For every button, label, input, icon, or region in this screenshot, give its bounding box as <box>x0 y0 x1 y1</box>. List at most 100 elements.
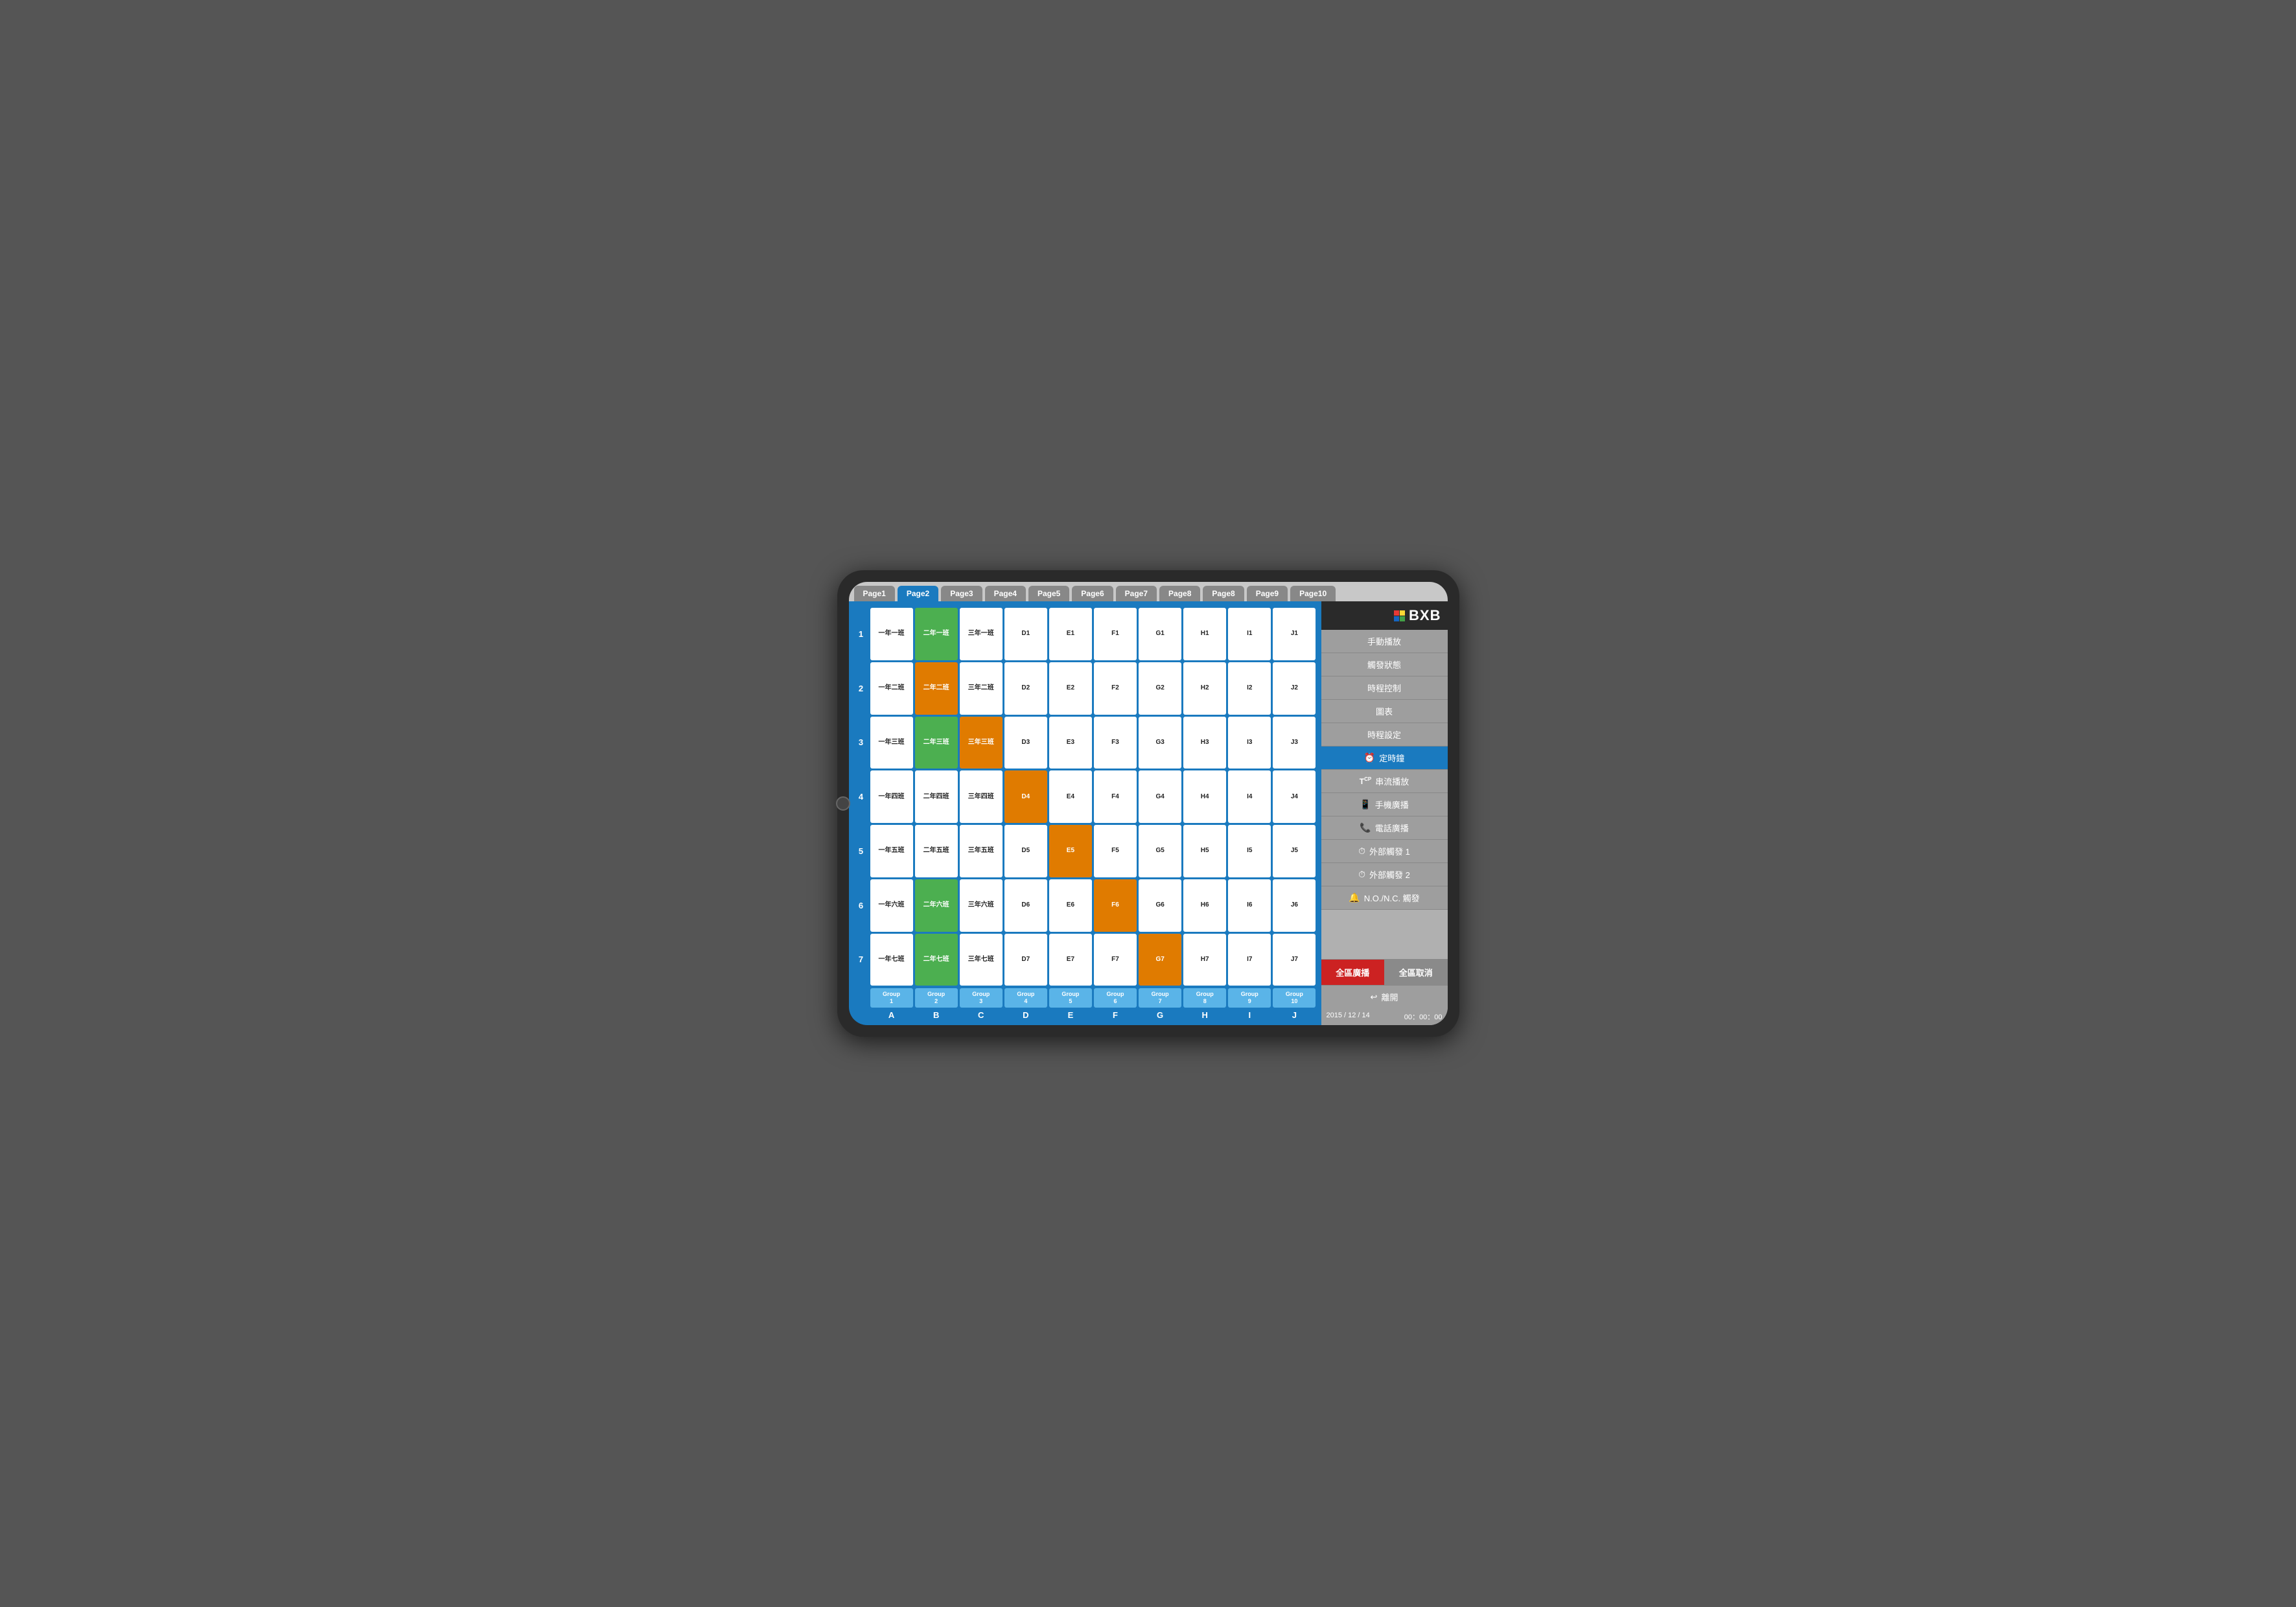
tab-page7[interactable]: Page7 <box>1116 586 1157 601</box>
cell-7d[interactable]: D7 <box>1004 934 1047 986</box>
btn-exit[interactable]: ↩ 離開 <box>1321 985 1448 1008</box>
cell-7c[interactable]: 三年七班 <box>960 934 1003 986</box>
btn-ext-trigger-2[interactable]: ⏱ 外部觸發 2 <box>1321 863 1448 886</box>
btn-mobile-broadcast[interactable]: 📱 手機廣播 <box>1321 793 1448 816</box>
cell-3b[interactable]: 二年三班 <box>915 717 958 769</box>
cell-4a[interactable]: 一年四班 <box>870 770 913 823</box>
cell-3c[interactable]: 三年三班 <box>960 717 1003 769</box>
btn-ext-trigger-1[interactable]: ⏱ 外部觸發 1 <box>1321 840 1448 863</box>
cell-2j[interactable]: J2 <box>1273 662 1316 715</box>
btn-timer-clock[interactable]: ⏰ 定時鐘 <box>1321 746 1448 770</box>
cell-3a[interactable]: 一年三班 <box>870 717 913 769</box>
cell-1e[interactable]: E1 <box>1049 608 1092 660</box>
btn-schedule-setting[interactable]: 時程設定 <box>1321 723 1448 746</box>
cell-2d[interactable]: D2 <box>1004 662 1047 715</box>
cell-1j[interactable]: J1 <box>1273 608 1316 660</box>
cell-5f[interactable]: F5 <box>1094 825 1137 877</box>
btn-chart[interactable]: 圖表 <box>1321 700 1448 723</box>
cell-2c[interactable]: 三年二班 <box>960 662 1003 715</box>
home-button[interactable] <box>836 796 850 811</box>
cell-1f[interactable]: F1 <box>1094 608 1137 660</box>
btn-stream-play[interactable]: TCP 串流播放 <box>1321 770 1448 793</box>
cell-1b[interactable]: 二年一班 <box>915 608 958 660</box>
group-5[interactable]: Group5 <box>1049 988 1092 1008</box>
cell-2a[interactable]: 一年二班 <box>870 662 913 715</box>
btn-cancel-all[interactable]: 全區取消 <box>1384 960 1448 985</box>
cell-2h[interactable]: H2 <box>1183 662 1226 715</box>
tab-page2[interactable]: Page2 <box>898 586 938 601</box>
cell-5i[interactable]: I5 <box>1228 825 1271 877</box>
cell-3j[interactable]: J3 <box>1273 717 1316 769</box>
group-2[interactable]: Group2 <box>915 988 958 1008</box>
btn-manual-play[interactable]: 手動播放 <box>1321 630 1448 653</box>
cell-5c[interactable]: 三年五班 <box>960 825 1003 877</box>
cell-1h[interactable]: H1 <box>1183 608 1226 660</box>
cell-7e[interactable]: E7 <box>1049 934 1092 986</box>
cell-6b[interactable]: 二年六班 <box>915 879 958 932</box>
tab-page5[interactable]: Page5 <box>1028 586 1069 601</box>
cell-1c[interactable]: 三年一班 <box>960 608 1003 660</box>
cell-3g[interactable]: G3 <box>1139 717 1181 769</box>
cell-5j[interactable]: J5 <box>1273 825 1316 877</box>
cell-7g[interactable]: G7 <box>1139 934 1181 986</box>
cell-6a[interactable]: 一年六班 <box>870 879 913 932</box>
cell-6c[interactable]: 三年六班 <box>960 879 1003 932</box>
cell-3e[interactable]: E3 <box>1049 717 1092 769</box>
cell-4g[interactable]: G4 <box>1139 770 1181 823</box>
cell-7a[interactable]: 一年七班 <box>870 934 913 986</box>
cell-1d[interactable]: D1 <box>1004 608 1047 660</box>
group-1[interactable]: Group1 <box>870 988 913 1008</box>
group-3[interactable]: Group3 <box>960 988 1003 1008</box>
cell-5d[interactable]: D5 <box>1004 825 1047 877</box>
group-6[interactable]: Group6 <box>1094 988 1137 1008</box>
cell-1g[interactable]: G1 <box>1139 608 1181 660</box>
cell-1i[interactable]: I1 <box>1228 608 1271 660</box>
btn-schedule-control[interactable]: 時程控制 <box>1321 676 1448 700</box>
btn-all-broadcast[interactable]: 全區廣播 <box>1321 960 1385 985</box>
tab-page8b[interactable]: Page8 <box>1203 586 1244 601</box>
cell-7b[interactable]: 二年七班 <box>915 934 958 986</box>
cell-7i[interactable]: I7 <box>1228 934 1271 986</box>
cell-4h[interactable]: H4 <box>1183 770 1226 823</box>
group-7[interactable]: Group7 <box>1139 988 1181 1008</box>
cell-6f[interactable]: F6 <box>1094 879 1137 932</box>
cell-4b[interactable]: 二年四班 <box>915 770 958 823</box>
cell-2e[interactable]: E2 <box>1049 662 1092 715</box>
cell-4i[interactable]: I4 <box>1228 770 1271 823</box>
cell-2b[interactable]: 二年二班 <box>915 662 958 715</box>
btn-phone-broadcast[interactable]: 📞 電話廣播 <box>1321 816 1448 840</box>
cell-6d[interactable]: D6 <box>1004 879 1047 932</box>
cell-6i[interactable]: I6 <box>1228 879 1271 932</box>
cell-3h[interactable]: H3 <box>1183 717 1226 769</box>
btn-trigger-status[interactable]: 觸發狀態 <box>1321 653 1448 676</box>
cell-7f[interactable]: F7 <box>1094 934 1137 986</box>
cell-2g[interactable]: G2 <box>1139 662 1181 715</box>
cell-4j[interactable]: J4 <box>1273 770 1316 823</box>
cell-3f[interactable]: F3 <box>1094 717 1137 769</box>
btn-no-nc-trigger[interactable]: 🔔 N.O./N.C. 觸發 <box>1321 886 1448 910</box>
cell-3d[interactable]: D3 <box>1004 717 1047 769</box>
cell-5g[interactable]: G5 <box>1139 825 1181 877</box>
tab-page1[interactable]: Page1 <box>854 586 895 601</box>
cell-4f[interactable]: F4 <box>1094 770 1137 823</box>
cell-6e[interactable]: E6 <box>1049 879 1092 932</box>
cell-5a[interactable]: 一年五班 <box>870 825 913 877</box>
cell-6h[interactable]: H6 <box>1183 879 1226 932</box>
group-9[interactable]: Group9 <box>1228 988 1271 1008</box>
cell-7j[interactable]: J7 <box>1273 934 1316 986</box>
cell-6g[interactable]: G6 <box>1139 879 1181 932</box>
tab-page3[interactable]: Page3 <box>941 586 982 601</box>
cell-5e[interactable]: E5 <box>1049 825 1092 877</box>
cell-5b[interactable]: 二年五班 <box>915 825 958 877</box>
group-4[interactable]: Group4 <box>1004 988 1047 1008</box>
tab-page9[interactable]: Page9 <box>1247 586 1288 601</box>
tab-page4[interactable]: Page4 <box>985 586 1026 601</box>
group-8[interactable]: Group8 <box>1183 988 1226 1008</box>
cell-3i[interactable]: I3 <box>1228 717 1271 769</box>
cell-5h[interactable]: H5 <box>1183 825 1226 877</box>
cell-4e[interactable]: E4 <box>1049 770 1092 823</box>
tab-page10[interactable]: Page10 <box>1290 586 1336 601</box>
cell-7h[interactable]: H7 <box>1183 934 1226 986</box>
cell-1a[interactable]: 一年一班 <box>870 608 913 660</box>
cell-2i[interactable]: I2 <box>1228 662 1271 715</box>
